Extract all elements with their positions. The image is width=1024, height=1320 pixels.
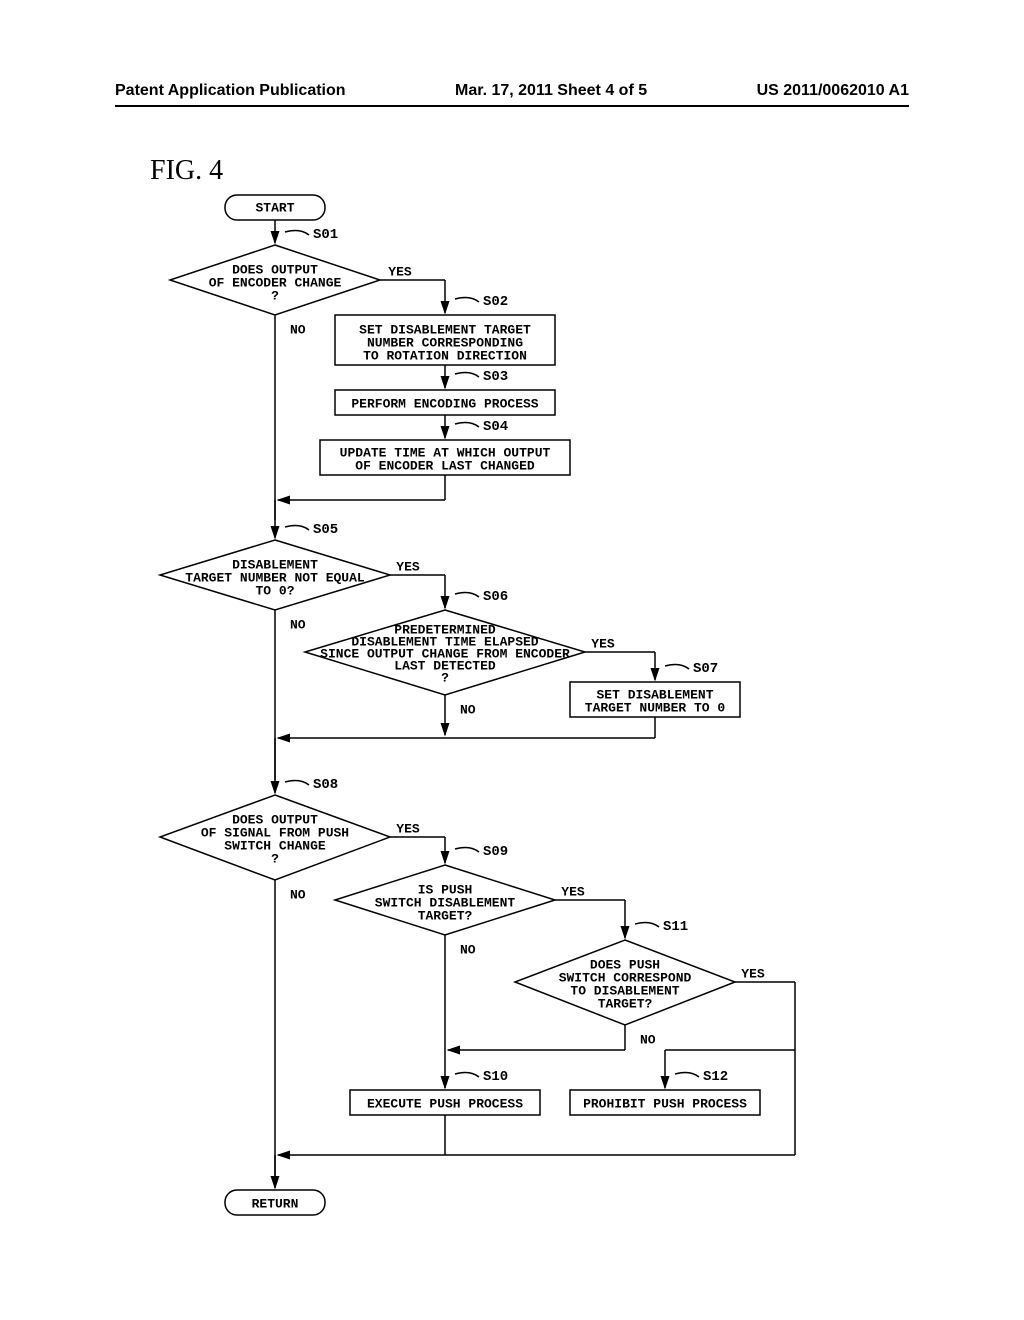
svg-text:NO: NO — [290, 887, 306, 902]
svg-text:YES: YES — [591, 636, 615, 651]
figure-label: FIG. 4 — [150, 155, 223, 187]
flowchart-diagram: START S01 DOES OUTPUT OF ENCODER CHANGE … — [115, 190, 909, 1260]
svg-text:TARGET NUMBER TO 0: TARGET NUMBER TO 0 — [585, 700, 726, 715]
svg-text:TARGET?: TARGET? — [418, 908, 473, 923]
header-divider — [115, 105, 909, 107]
svg-text:TO ROTATION DIRECTION: TO ROTATION DIRECTION — [363, 348, 527, 363]
svg-text:TARGET?: TARGET? — [598, 996, 653, 1011]
step-s05: S05 — [313, 522, 338, 538]
svg-text:NO: NO — [640, 1032, 656, 1047]
svg-text:TO 0?: TO 0? — [255, 583, 294, 598]
svg-text:YES: YES — [396, 821, 420, 836]
step-s02: S02 — [483, 294, 508, 310]
svg-text:?: ? — [271, 288, 279, 303]
svg-text:YES: YES — [388, 264, 412, 279]
svg-text:PROHIBIT PUSH PROCESS: PROHIBIT PUSH PROCESS — [583, 1096, 747, 1111]
step-s01: S01 — [313, 227, 338, 243]
svg-text:NO: NO — [290, 617, 306, 632]
svg-text:NO: NO — [460, 942, 476, 957]
svg-text:?: ? — [271, 851, 279, 866]
svg-text:?: ? — [441, 670, 449, 685]
header-left: Patent Application Publication — [115, 82, 346, 100]
step-s08: S08 — [313, 777, 338, 793]
svg-text:NO: NO — [290, 322, 306, 337]
svg-text:YES: YES — [561, 884, 585, 899]
step-s03: S03 — [483, 369, 508, 385]
header-center: Mar. 17, 2011 Sheet 4 of 5 — [455, 82, 647, 100]
step-s04: S04 — [483, 419, 508, 435]
step-s07: S07 — [693, 661, 718, 677]
step-s12: S12 — [703, 1069, 728, 1085]
step-s10: S10 — [483, 1069, 508, 1085]
svg-text:YES: YES — [741, 966, 765, 981]
svg-text:PERFORM ENCODING PROCESS: PERFORM ENCODING PROCESS — [351, 396, 538, 411]
return-label: RETURN — [252, 1196, 299, 1211]
svg-text:EXECUTE PUSH PROCESS: EXECUTE PUSH PROCESS — [367, 1096, 523, 1111]
svg-text:NO: NO — [460, 702, 476, 717]
svg-text:OF ENCODER LAST CHANGED: OF ENCODER LAST CHANGED — [355, 458, 535, 473]
svg-text:YES: YES — [396, 559, 420, 574]
step-s09: S09 — [483, 844, 508, 860]
header-right: US 2011/0062010 A1 — [757, 82, 909, 100]
step-s06: S06 — [483, 589, 508, 605]
step-s11: S11 — [663, 919, 688, 935]
start-label: START — [255, 200, 294, 215]
